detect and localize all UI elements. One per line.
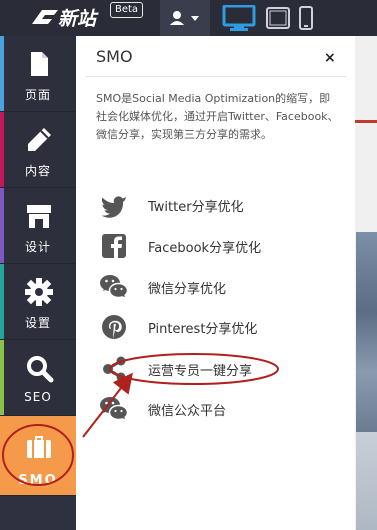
smo-item-label: 微信分享优化 — [148, 282, 227, 297]
panel-divider — [86, 76, 346, 77]
sidebar: 页面 内容 设计 设置 SEO SMO — [0, 36, 76, 530]
sidebar-item-label: SMO — [18, 473, 58, 488]
store-icon — [27, 205, 51, 228]
sidebar-item-label: 内容 — [24, 164, 51, 178]
smo-item-twitter[interactable]: Twitter分享优化 — [96, 188, 341, 222]
sidebar-item-label: 设置 — [24, 316, 51, 330]
sidebar-item-settings[interactable]: 设置 — [0, 264, 76, 340]
desktop-icon — [222, 5, 256, 31]
logo-mark: 新站 — [32, 8, 99, 30]
smo-item-wechat-official[interactable]: 微信公众平台 — [96, 392, 341, 426]
svg-text:新站: 新站 — [58, 8, 99, 30]
sidebar-item-design[interactable]: 设计 — [0, 188, 76, 264]
smo-item-facebook[interactable]: Facebook分享优化 — [96, 229, 341, 263]
page-preview-accent-line — [355, 120, 377, 123]
user-icon — [170, 11, 199, 25]
desktop-view-button[interactable] — [222, 5, 256, 31]
smo-item-label: Facebook分享优化 — [148, 241, 262, 256]
pencil-icon — [28, 128, 51, 151]
sidebar-item-label: 设计 — [24, 240, 51, 254]
panel-title: SMO — [96, 47, 133, 66]
mobile-icon — [299, 6, 313, 30]
briefcase-icon — [27, 436, 51, 458]
gear-icon — [25, 278, 53, 306]
sidebar-item-page[interactable]: 页面 — [0, 36, 76, 112]
page-preview-image-lower — [356, 432, 377, 530]
smo-item-label: Twitter分享优化 — [148, 200, 244, 215]
share-icon — [103, 356, 126, 382]
smo-panel: SMO × SMO是Social Media Optimization的缩写，即… — [76, 36, 355, 530]
smo-item-pinterest[interactable]: Pinterest分享优化 — [96, 310, 341, 344]
logo[interactable]: 新站 — [28, 4, 110, 30]
chevron-down-icon — [191, 16, 199, 21]
wechat-official-icon — [100, 397, 129, 421]
smo-item-label: 运营专员一键分享 — [148, 364, 253, 379]
close-icon[interactable]: × — [324, 50, 336, 66]
sidebar-item-content[interactable]: 内容 — [0, 112, 76, 188]
sidebar-item-seo[interactable]: SEO — [0, 340, 76, 416]
smo-item-label: 微信公众平台 — [148, 404, 227, 419]
facebook-icon — [102, 234, 126, 258]
smo-item-label: Pinterest分享优化 — [148, 322, 258, 337]
smo-item-one-click-share[interactable]: 运营专员一键分享 — [96, 352, 341, 386]
sidebar-item-label: 页面 — [24, 88, 51, 102]
sidebar-item-smo[interactable]: SMO — [0, 416, 76, 496]
search-icon — [27, 356, 54, 383]
smo-item-wechat[interactable]: 微信分享优化 — [96, 270, 341, 304]
beta-badge: Beta — [110, 2, 144, 18]
wechat-icon — [100, 275, 129, 299]
tablet-icon — [266, 7, 290, 29]
pinterest-icon — [102, 315, 126, 339]
mobile-view-button[interactable] — [299, 6, 313, 30]
sidebar-item-label: SEO — [24, 390, 52, 404]
top-bar: 新站 Beta — [0, 0, 377, 36]
page-icon — [31, 52, 48, 76]
twitter-icon — [101, 196, 126, 218]
user-menu-button[interactable] — [160, 0, 210, 36]
page-preview-image — [356, 232, 377, 432]
tablet-view-button[interactable] — [266, 7, 290, 29]
panel-description: SMO是Social Media Optimization的缩写，即社会化媒体优… — [96, 92, 339, 141]
